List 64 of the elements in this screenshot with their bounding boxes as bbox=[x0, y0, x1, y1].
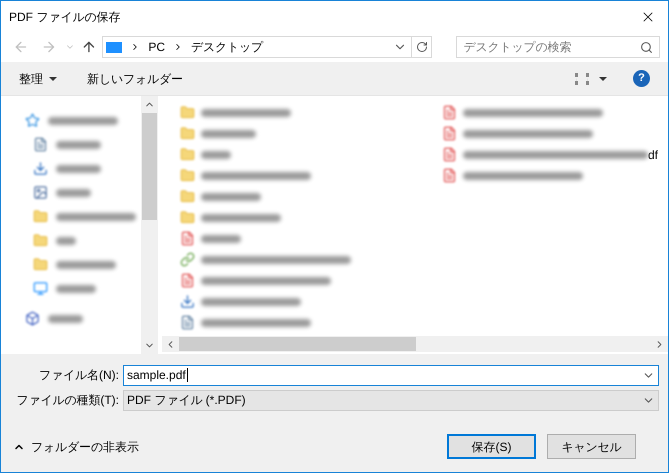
dialog-button[interactable]: 保存(S) bbox=[447, 434, 536, 459]
window-title: PDF ファイルの保存 bbox=[9, 8, 120, 26]
document-icon bbox=[442, 168, 457, 183]
document-icon bbox=[442, 147, 457, 162]
box-icon bbox=[25, 311, 40, 326]
address-bar[interactable]: PC デスクトップ bbox=[102, 36, 432, 58]
folder-icon bbox=[180, 126, 195, 141]
blurred-label bbox=[56, 260, 116, 268]
breadcrumb[interactable]: PC bbox=[148, 38, 165, 56]
file-type-label: ファイルの種類(T): bbox=[15, 392, 120, 409]
document-icon bbox=[180, 273, 195, 288]
blurred-label bbox=[56, 140, 101, 148]
folder-icon bbox=[180, 168, 195, 183]
scroll-thumb[interactable] bbox=[179, 337, 416, 351]
search-field[interactable]: デスクトップの検索 bbox=[456, 36, 660, 58]
file-type-dropdown[interactable]: PDF ファイル (*.PDF) bbox=[123, 390, 659, 410]
star-icon bbox=[25, 113, 40, 128]
breadcrumb[interactable]: デスクトップ bbox=[191, 38, 263, 56]
blurred-label bbox=[48, 116, 118, 124]
blurred-label bbox=[201, 150, 231, 158]
document-icon bbox=[180, 315, 195, 330]
document-icon bbox=[442, 105, 457, 120]
link-icon bbox=[180, 252, 195, 267]
folder-icon bbox=[33, 233, 48, 248]
dialog-button[interactable]: キャンセル bbox=[547, 434, 636, 459]
picture-icon bbox=[33, 185, 48, 200]
blurred-label bbox=[201, 130, 256, 138]
document-icon bbox=[33, 137, 48, 152]
monitor-icon bbox=[106, 42, 122, 52]
folder-icon bbox=[180, 189, 195, 204]
monitor-icon bbox=[33, 281, 48, 296]
download-icon bbox=[180, 294, 195, 309]
view-menu[interactable] bbox=[575, 72, 607, 84]
horizontal-scrollbar[interactable] bbox=[162, 336, 668, 352]
blurred-label bbox=[201, 192, 261, 200]
search-icon bbox=[640, 40, 653, 54]
help-button[interactable]: ? bbox=[633, 70, 650, 87]
caret-icon bbox=[599, 76, 607, 80]
file-name-field[interactable]: sample.pdf bbox=[123, 364, 659, 386]
blurred-label bbox=[56, 236, 76, 244]
folder-icon bbox=[180, 210, 195, 225]
blurred-label bbox=[201, 234, 241, 242]
blurred-label bbox=[56, 188, 91, 196]
scroll-thumb[interactable] bbox=[142, 113, 157, 220]
document-icon bbox=[180, 231, 195, 246]
blurred-label bbox=[48, 314, 83, 322]
document-icon bbox=[442, 126, 457, 141]
up-icon[interactable] bbox=[80, 39, 96, 55]
refresh-icon[interactable] bbox=[416, 41, 428, 53]
folder-icon bbox=[180, 147, 195, 162]
view-icon bbox=[575, 72, 589, 84]
hide-folders-button[interactable]: フォルダーの非表示 bbox=[13, 438, 139, 456]
caret-icon bbox=[49, 76, 57, 80]
new-folder-button[interactable]: 新しいフォルダー bbox=[87, 70, 183, 88]
folder-icon bbox=[33, 209, 48, 224]
blurred-label bbox=[56, 284, 96, 292]
download-icon bbox=[33, 161, 48, 176]
folder-icon bbox=[33, 257, 48, 272]
file-name-label: ファイル名(N): bbox=[38, 367, 120, 384]
folder-icon bbox=[180, 105, 195, 120]
organize-menu[interactable]: 整理 bbox=[19, 70, 57, 88]
file-name-fragment: df bbox=[648, 146, 658, 164]
blurred-label bbox=[56, 164, 101, 172]
vertical-scrollbar[interactable] bbox=[141, 96, 158, 354]
